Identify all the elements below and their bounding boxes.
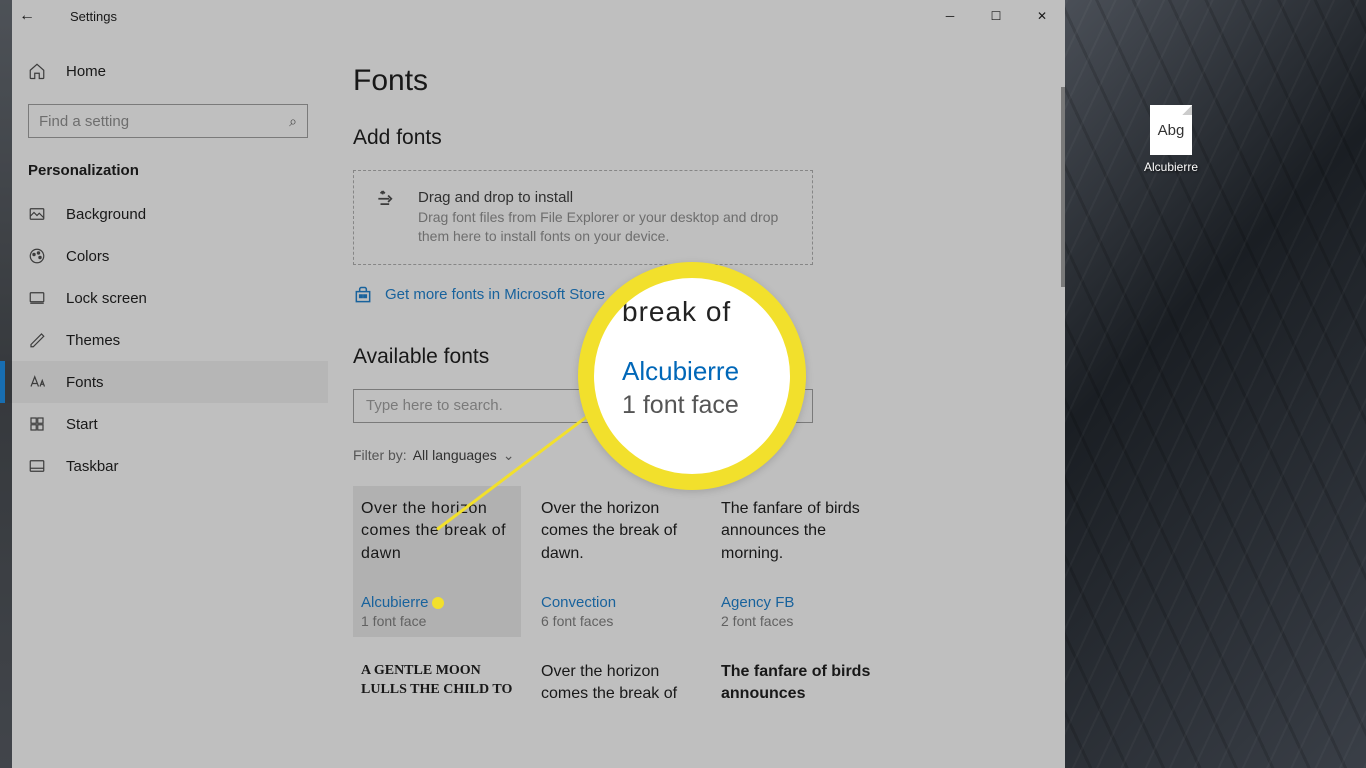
- close-button[interactable]: ✕: [1019, 0, 1065, 32]
- nav-label: Colors: [66, 248, 109, 265]
- nav-label: Themes: [66, 332, 120, 349]
- store-icon: [353, 285, 373, 305]
- annotation-dot: [432, 597, 444, 609]
- colors-icon: [28, 247, 46, 265]
- font-card[interactable]: Over the horizon comes the break of: [533, 649, 701, 765]
- filter-label: Filter by:: [353, 447, 407, 463]
- font-preview: The fanfare of birds announces: [721, 661, 873, 739]
- page-title: Fonts: [353, 64, 1025, 98]
- settings-window: ← Settings ─ ☐ ✕ Home ⌕ Personalization …: [0, 0, 1065, 768]
- font-grid: Over the horizon comes the break of dawn…: [353, 486, 1025, 765]
- nav-item-lock[interactable]: Lock screen: [0, 277, 328, 319]
- sidebar: Home ⌕ Personalization Background Colors L…: [0, 32, 328, 768]
- drop-zone[interactable]: Drag and drop to install Drag font files…: [353, 170, 813, 265]
- font-preview: A gentle moon lulls the child to: [361, 661, 513, 739]
- font-preview: Over the horizon comes the break of dawn…: [541, 498, 693, 576]
- font-name: Convection: [541, 594, 693, 611]
- nav-item-fonts[interactable]: Fonts: [0, 361, 328, 403]
- search-icon: ⌕: [289, 113, 297, 130]
- nav-label: Lock screen: [66, 290, 147, 307]
- file-icon: Abg: [1150, 105, 1192, 155]
- font-preview: Over the horizon comes the break of: [541, 661, 693, 739]
- home-label: Home: [66, 63, 106, 80]
- nav-item-start[interactable]: Start: [0, 403, 328, 445]
- back-button[interactable]: ←: [12, 1, 42, 31]
- font-name: Agency FB: [721, 594, 873, 611]
- font-card[interactable]: A gentle moon lulls the child to: [353, 649, 521, 765]
- font-card[interactable]: The fanfare of birds announces the morni…: [713, 486, 881, 637]
- minimize-button[interactable]: ─: [927, 0, 973, 32]
- font-faces: 2 font faces: [721, 613, 873, 629]
- store-link[interactable]: Get more fonts in Microsoft Store: [385, 286, 605, 303]
- circle-font-name: Alcubierre: [622, 356, 739, 387]
- font-card[interactable]: Over the horizon comes the break of dawn…: [353, 486, 521, 637]
- search-input[interactable]: [39, 113, 289, 130]
- background-icon: [28, 205, 46, 223]
- titlebar: ← Settings ─ ☐ ✕: [0, 0, 1065, 32]
- filter-value: All languages: [413, 447, 497, 463]
- chevron-down-icon: ⌄: [503, 447, 515, 464]
- themes-icon: [28, 331, 46, 349]
- home-icon: [28, 62, 46, 80]
- scrollbar[interactable]: [1061, 87, 1065, 287]
- drop-title: Drag and drop to install: [418, 189, 792, 206]
- section-label: Personalization: [0, 156, 328, 193]
- nav-item-taskbar[interactable]: Taskbar: [0, 445, 328, 487]
- font-card[interactable]: Over the horizon comes the break of dawn…: [533, 486, 701, 637]
- nav-item-colors[interactable]: Colors: [0, 235, 328, 277]
- add-fonts-heading: Add fonts: [353, 126, 1025, 150]
- nav-item-themes[interactable]: Themes: [0, 319, 328, 361]
- nav-label: Taskbar: [66, 458, 119, 475]
- desktop-font-file[interactable]: Abg Alcubierre: [1131, 105, 1211, 174]
- font-preview: The fanfare of birds announces the morni…: [721, 498, 873, 576]
- window-title: Settings: [70, 9, 117, 24]
- settings-search[interactable]: ⌕: [28, 104, 308, 138]
- home-nav[interactable]: Home: [0, 52, 328, 90]
- highlight-circle: break of Alcubierre 1 font face: [578, 262, 806, 490]
- fonts-icon: [28, 373, 46, 391]
- font-faces: 6 font faces: [541, 613, 693, 629]
- circle-preview-text: break of: [622, 296, 739, 328]
- font-card[interactable]: The fanfare of birds announces: [713, 649, 881, 765]
- font-preview: Over the horizon comes the break of dawn: [361, 498, 513, 576]
- nav-item-background[interactable]: Background: [0, 193, 328, 235]
- maximize-button[interactable]: ☐: [973, 0, 1019, 32]
- start-icon: [28, 415, 46, 433]
- nav-label: Background: [66, 206, 146, 223]
- drop-subtitle: Drag font files from File Explorer or yo…: [418, 208, 792, 246]
- drop-icon: [374, 189, 400, 246]
- font-faces: 1 font face: [361, 613, 513, 629]
- taskbar-icon: [28, 457, 46, 475]
- circle-font-faces: 1 font face: [622, 391, 739, 420]
- nav-label: Fonts: [66, 374, 104, 391]
- lock-icon: [28, 289, 46, 307]
- nav-label: Start: [66, 416, 98, 433]
- file-label: Alcubierre: [1131, 160, 1211, 174]
